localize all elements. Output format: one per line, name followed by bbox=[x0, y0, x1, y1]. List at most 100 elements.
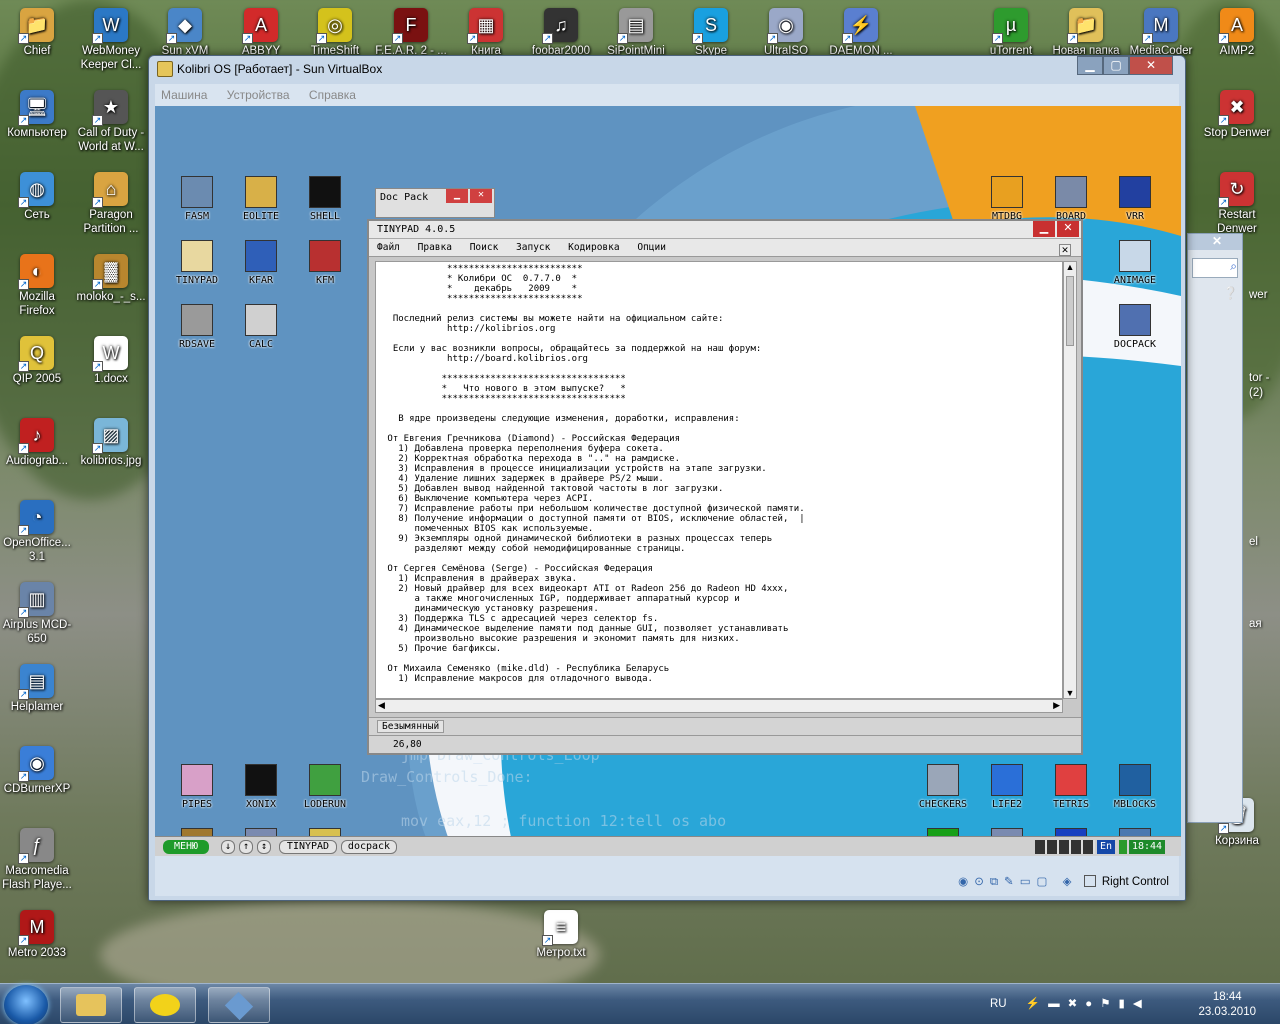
kolibri-icon-tinypad[interactable]: TINYPAD bbox=[165, 240, 229, 286]
kolibri-icon-pipes[interactable]: PIPES bbox=[165, 764, 229, 810]
desktop-icon-29[interactable]: ▥ ↗ Airplus MCD-650 bbox=[0, 582, 74, 646]
kolibri-icon-tetris[interactable]: TETRIS bbox=[1039, 764, 1103, 810]
desktop-icon-32[interactable]: ƒ ↗ Macromedia Flash Playe... bbox=[0, 828, 74, 892]
taskbar-clock[interactable]: 18:44 23.03.2010 bbox=[1198, 990, 1256, 1020]
scroll-left-icon[interactable]: ◀ bbox=[378, 700, 385, 711]
panel-language[interactable]: En bbox=[1097, 840, 1115, 854]
kolibri-icon-life2[interactable]: LIFE2 bbox=[975, 764, 1039, 810]
desktop-icon-1[interactable]: W ↗ WebMoney Keeper Cl... bbox=[74, 8, 148, 72]
minimize-button[interactable]: ▁ bbox=[446, 189, 468, 203]
docpack-window[interactable]: Doc Pack ▁ ✕ bbox=[375, 188, 495, 218]
desktop-icon-15[interactable]: A ↗ AIMP2 bbox=[1200, 8, 1274, 58]
desktop-icon-34[interactable]: ≡ ↗ Метро.txt bbox=[524, 910, 598, 960]
desktop-icon-19[interactable]: ◍ ↗ Сеть bbox=[0, 172, 74, 222]
kolibri-icon-rdsave[interactable]: RDSAVE bbox=[165, 304, 229, 350]
desktop-icon-17[interactable]: ★ ↗ Call of Duty - World at W... bbox=[74, 90, 148, 154]
desktop-icon-10[interactable]: ◉ ↗ UltraISO bbox=[749, 8, 823, 58]
kolibri-icon-docpack[interactable]: DOCPACK bbox=[1103, 304, 1167, 350]
panel-arrow-down[interactable]: ↓ bbox=[221, 840, 235, 854]
desktop-icon-25[interactable]: W ↗ 1.docx bbox=[74, 336, 148, 386]
menu-devices[interactable]: Устройства bbox=[227, 88, 290, 102]
desktop-icon-14[interactable]: M ↗ MediaCoder bbox=[1124, 8, 1198, 58]
desktop-icon-26[interactable]: ♪ ↗ Audiograb... bbox=[0, 418, 74, 468]
menu-search[interactable]: Поиск bbox=[470, 242, 499, 253]
kolibri-icon-checkers[interactable]: CHECKERS bbox=[911, 764, 975, 810]
text-editor[interactable]: ************************* * Колибри ОС 0… bbox=[375, 261, 1063, 699]
horizontal-scrollbar[interactable]: ◀ ▶ bbox=[375, 699, 1063, 713]
menu-file[interactable]: Файл bbox=[377, 242, 400, 253]
scroll-up-icon[interactable]: ▲ bbox=[1064, 262, 1076, 272]
scroll-right-icon[interactable]: ▶ bbox=[1053, 700, 1060, 711]
menu-edit[interactable]: Правка bbox=[418, 242, 452, 253]
device-status-icons[interactable]: ◉⊙⧉✎▭▢ ◈ bbox=[958, 876, 1077, 888]
vertical-scrollbar[interactable]: ▲ ▼ bbox=[1063, 261, 1077, 699]
desktop-icon-20[interactable]: ⌂ ↗ Paragon Partition ... bbox=[74, 172, 148, 236]
panel-arrow-both[interactable]: ↕ bbox=[257, 840, 271, 854]
kolibri-icon-animage[interactable]: ANIMAGE bbox=[1103, 240, 1167, 286]
menu-options[interactable]: Опции bbox=[637, 242, 666, 253]
kolibri-screen[interactable]: FASM EOLITE SHELL TINYPAD KFAR KFM RDSAVE CALC M… bbox=[155, 106, 1181, 856]
help-icon[interactable]: ❔ bbox=[1192, 286, 1238, 300]
desktop-icon-4[interactable]: ◎ ↗ TimeShift bbox=[298, 8, 372, 58]
kolibri-icon-mtdbg[interactable]: MTDBG bbox=[975, 176, 1039, 222]
desktop-icon-21[interactable]: ↻ ↗ Restart Denwer bbox=[1200, 172, 1274, 236]
kolibri-icon-xonix[interactable]: XONIX bbox=[229, 764, 293, 810]
desktop-icon-18[interactable]: ✖ ↗ Stop Denwer bbox=[1200, 90, 1274, 140]
menu-help[interactable]: Справка bbox=[309, 88, 356, 102]
desktop-icon-11[interactable]: ⚡ ↗ DAEMON ... bbox=[824, 8, 898, 58]
scroll-down-icon[interactable]: ▼ bbox=[1064, 688, 1076, 698]
start-button[interactable] bbox=[4, 985, 48, 1024]
desktop-icon-31[interactable]: ◉ ↗ CDBurnerXP bbox=[0, 746, 74, 796]
kolibri-icon-board[interactable]: BOARD bbox=[1039, 176, 1103, 222]
desktop-icon-8[interactable]: ▤ ↗ SiPointMini bbox=[599, 8, 673, 58]
close-button[interactable]: ✕ bbox=[470, 189, 492, 203]
menu-machine[interactable]: Машина bbox=[161, 88, 207, 102]
kolibri-icon-calc[interactable]: CALC bbox=[229, 304, 293, 350]
panel-arrow-up[interactable]: ↑ bbox=[239, 840, 253, 854]
kolibri-icon-vrr[interactable]: VRR bbox=[1103, 176, 1167, 222]
kolibri-icon-eolite[interactable]: EOLITE bbox=[229, 176, 293, 222]
kolibri-icon-kfar[interactable]: KFAR bbox=[229, 240, 293, 286]
search-icon[interactable]: ⌕ bbox=[1192, 258, 1238, 278]
desktop-icon-22[interactable]: ◐ ↗ Mozilla Firefox bbox=[0, 254, 74, 318]
desktop-icon-9[interactable]: S ↗ Skype bbox=[674, 8, 748, 58]
close-icon[interactable]: ✕ bbox=[1188, 234, 1242, 250]
panel-tray-icons[interactable] bbox=[1035, 840, 1095, 854]
close-tab-icon[interactable]: ✕ bbox=[1059, 244, 1071, 256]
desktop-icon-13[interactable]: 📁 ↗ Новая папка bbox=[1049, 8, 1123, 58]
desktop-icon-5[interactable]: F ↗ F.E.A.R. 2 - ... bbox=[374, 8, 448, 58]
minimize-button[interactable]: ▁ bbox=[1033, 221, 1055, 237]
kolibri-icon-shell[interactable]: SHELL bbox=[293, 176, 357, 222]
kolibri-icon-mblocks[interactable]: MBLOCKS bbox=[1103, 764, 1167, 810]
desktop-icon-33[interactable]: M ↗ Metro 2033 bbox=[0, 910, 74, 960]
tab-untitled[interactable]: Безымянный bbox=[377, 720, 445, 733]
kolibri-icon-kfm[interactable]: KFM bbox=[293, 240, 357, 286]
desktop-icon-0[interactable]: 📁 ↗ Chief bbox=[0, 8, 74, 58]
kolibri-icon-loderun[interactable]: LODERUN bbox=[293, 764, 357, 810]
desktop-icon-2[interactable]: ◆ ↗ Sun xVM bbox=[148, 8, 222, 58]
desktop-icon-24[interactable]: Q ↗ QIP 2005 bbox=[0, 336, 74, 386]
menu-encoding[interactable]: Кодировка bbox=[568, 242, 619, 253]
desktop-icon-6[interactable]: ▦ ↗ Книга bbox=[449, 8, 523, 58]
desktop-icon-12[interactable]: µ ↗ uTorrent bbox=[974, 8, 1048, 58]
language-indicator[interactable]: RU bbox=[990, 998, 1007, 1010]
batman-taskbar-icon[interactable] bbox=[134, 987, 196, 1023]
tray-icons[interactable]: ⚡▬✖●⚑▮◀ bbox=[1026, 998, 1150, 1010]
scroll-thumb[interactable] bbox=[1066, 276, 1074, 346]
menu-run[interactable]: Запуск bbox=[516, 242, 550, 253]
desktop-icon-28[interactable]: ◔ ↗ OpenOffice... 3.1 bbox=[0, 500, 74, 564]
panel-task-docpack[interactable]: docpack bbox=[341, 840, 397, 854]
desktop-icon-7[interactable]: ♫ ↗ foobar2000 bbox=[524, 8, 598, 58]
desktop-icon-27[interactable]: ▨ ↗ kolibrios.jpg bbox=[74, 418, 148, 468]
desktop-icon-30[interactable]: ▤ ↗ Helplamer bbox=[0, 664, 74, 714]
close-button[interactable]: ✕ bbox=[1129, 56, 1173, 75]
desktop-icon-16[interactable]: 🖥 ↗ Компьютер bbox=[0, 90, 74, 140]
virtualbox-taskbar-icon[interactable] bbox=[208, 987, 270, 1023]
kolibri-menu-button[interactable]: МЕНЮ bbox=[163, 840, 209, 854]
desktop-icon-23[interactable]: ▓ ↗ moloko_-_s... bbox=[74, 254, 148, 304]
desktop-icon-3[interactable]: A ↗ ABBYY bbox=[224, 8, 298, 58]
panel-task-tinypad[interactable]: TINYPAD bbox=[279, 840, 337, 854]
minimize-button[interactable]: ▁ bbox=[1077, 56, 1103, 75]
kolibri-icon-fasm[interactable]: FASM bbox=[165, 176, 229, 222]
maximize-button[interactable]: ▢ bbox=[1103, 56, 1129, 75]
